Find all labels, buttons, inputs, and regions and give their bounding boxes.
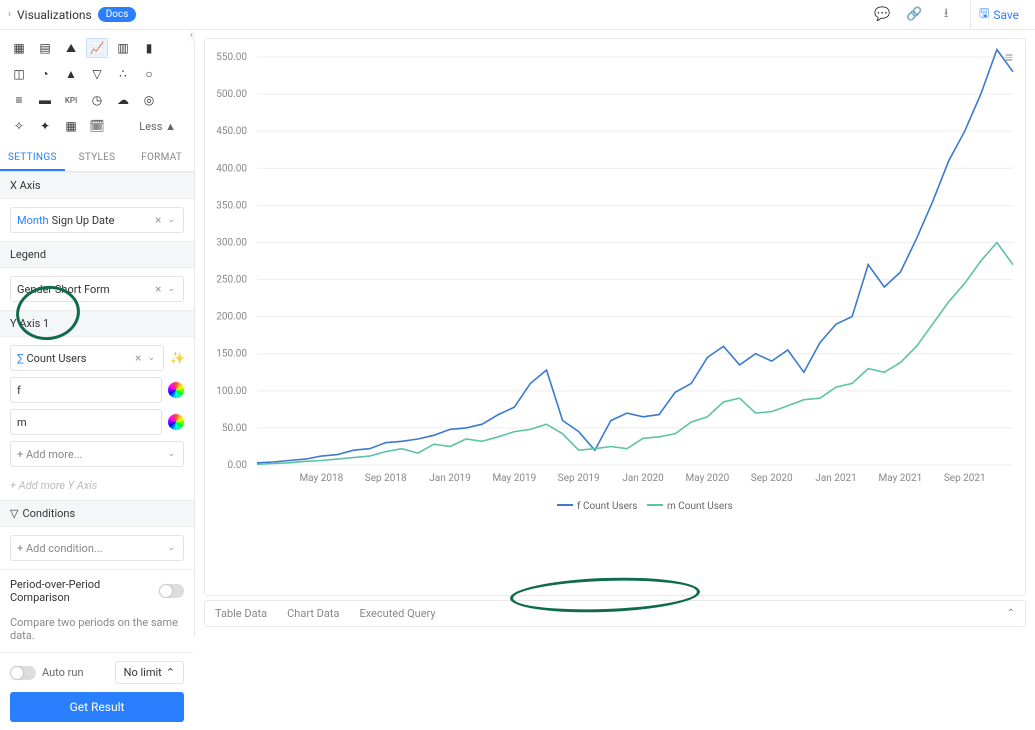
page-title: Visualizations	[17, 8, 92, 22]
pop-desc: Compare two periods on the same data.	[0, 612, 194, 652]
chevron-down-icon[interactable]: ⌄	[145, 353, 157, 363]
add-more-series[interactable]: + Add more... ⌄	[10, 441, 184, 467]
series-f-field[interactable]: f	[10, 377, 162, 403]
download-icon[interactable]: ⭳	[934, 3, 958, 27]
svg-text:Jan 2020: Jan 2020	[622, 473, 664, 484]
svg-text:50.00: 50.00	[222, 423, 247, 434]
tab-format[interactable]: FORMAT	[129, 146, 194, 171]
viz-pivot-icon[interactable]: ▤	[34, 38, 56, 58]
viz-target-icon[interactable]: ◎	[138, 90, 160, 110]
chevron-right-icon[interactable]: ›	[8, 9, 11, 20]
yaxis-header: Y Axis 1	[0, 310, 194, 337]
viz-gauge-icon[interactable]: ◷	[86, 90, 108, 110]
svg-text:550.00: 550.00	[216, 52, 247, 63]
svg-text:300.00: 300.00	[216, 237, 247, 248]
viz-kpi-icon[interactable]: KPI	[60, 90, 82, 110]
svg-text:May 2020: May 2020	[685, 473, 729, 484]
viz-bar-icon[interactable]: ▥	[112, 38, 134, 58]
svg-text:400.00: 400.00	[216, 163, 247, 174]
collapse-sidebar-icon[interactable]: ‹	[188, 30, 195, 41]
less-toggle[interactable]: Less ▲	[112, 116, 186, 136]
viz-calendar-icon[interactable]: 🗓	[86, 116, 108, 136]
color-picker-m[interactable]	[168, 414, 184, 430]
yaxis-metric-field[interactable]: ∑ Count Users × ⌄	[10, 345, 164, 371]
remove-icon[interactable]: ×	[151, 282, 165, 296]
svg-text:m Count Users: m Count Users	[667, 501, 733, 512]
tab-executed-query[interactable]: Executed Query	[359, 607, 435, 620]
conditions-header: ▽Conditions	[0, 500, 194, 527]
chevron-down-icon[interactable]: ⌄	[165, 449, 177, 459]
viz-funnel-icon[interactable]: ▽	[86, 64, 108, 84]
viz-scatter-icon[interactable]: ∴	[112, 64, 134, 84]
svg-text:450.00: 450.00	[216, 126, 247, 137]
limit-dropdown[interactable]: No limit ⌃	[115, 661, 184, 684]
chart-container: ≡ 0.0050.00100.00150.00200.00250.00300.0…	[204, 38, 1026, 596]
svg-text:350.00: 350.00	[216, 200, 247, 211]
tab-styles[interactable]: STYLES	[65, 146, 130, 171]
remove-icon[interactable]: ×	[151, 213, 165, 227]
viz-sankey-icon[interactable]: ✧	[8, 116, 30, 136]
link-icon[interactable]: 🔗	[902, 3, 926, 27]
svg-text:May 2021: May 2021	[879, 473, 923, 484]
svg-text:500.00: 500.00	[216, 89, 247, 100]
svg-text:Sep 2021: Sep 2021	[944, 473, 986, 484]
svg-text:Jan 2021: Jan 2021	[815, 473, 856, 484]
chevron-down-icon[interactable]: ⌄	[165, 284, 177, 294]
sidebar-tabs: SETTINGS STYLES FORMAT	[0, 146, 194, 172]
viz-line-icon[interactable]: 📈	[86, 38, 108, 58]
chart-type-grid: ▦ ▤ ⛰ 📈 ▥ ▮ ◫ ◔ ▲ ▽ ∴ ○ ≡ ▬ KPI ◷ ☁ ◎ ✧ …	[0, 30, 194, 140]
viz-heatmap-icon[interactable]: ▦	[60, 116, 82, 136]
chevron-down-icon[interactable]: ⌄	[165, 543, 177, 553]
legend-header: Legend	[0, 241, 194, 268]
viz-hbar-icon[interactable]: ≡	[8, 90, 30, 110]
save-button[interactable]: 🖫 Save	[970, 0, 1027, 29]
pop-toggle[interactable]	[159, 584, 184, 598]
pop-header: Period-over-Period Comparison	[10, 578, 159, 604]
viz-table-icon[interactable]: ▦	[8, 38, 30, 58]
svg-text:100.00: 100.00	[216, 386, 247, 397]
comment-icon[interactable]: 💬	[870, 3, 894, 27]
viz-column-icon[interactable]: ▮	[138, 38, 160, 58]
xaxis-field[interactable]: Month Sign Up Date × ⌄	[10, 207, 184, 233]
svg-text:f Count Users: f Count Users	[577, 500, 637, 512]
svg-text:Jan 2019: Jan 2019	[429, 473, 470, 484]
viz-stack-icon[interactable]: ▬	[34, 90, 56, 110]
chevron-down-icon[interactable]: ⌄	[165, 215, 177, 225]
svg-text:0.00: 0.00	[228, 460, 248, 471]
svg-text:Sep 2019: Sep 2019	[558, 473, 600, 484]
tab-table-data[interactable]: Table Data	[215, 607, 267, 620]
svg-text:May 2018: May 2018	[299, 473, 343, 484]
svg-text:150.00: 150.00	[216, 349, 247, 360]
tab-chart-data[interactable]: Chart Data	[287, 607, 339, 620]
line-chart: 0.0050.00100.00150.00200.00250.00300.003…	[257, 51, 1017, 521]
color-picker-f[interactable]	[168, 382, 184, 398]
expand-data-icon[interactable]: ⌃	[1007, 608, 1015, 619]
add-condition[interactable]: + Add condition... ⌄	[10, 535, 184, 561]
svg-text:250.00: 250.00	[216, 275, 247, 286]
save-icon: 🖫	[979, 4, 989, 25]
magic-wand-icon[interactable]: ✨	[170, 351, 184, 365]
viz-bubble-icon[interactable]: ○	[138, 64, 160, 84]
legend-field[interactable]: Gender Short Form × ⌄	[10, 276, 184, 302]
tab-settings[interactable]: SETTINGS	[0, 146, 65, 171]
remove-icon[interactable]: ×	[131, 351, 145, 365]
svg-text:May 2019: May 2019	[492, 473, 536, 484]
autorun-toggle[interactable]	[10, 666, 36, 680]
series-m-field[interactable]: m	[10, 409, 162, 435]
viz-pyramid-icon[interactable]: ▲	[60, 64, 82, 84]
viz-pie-icon[interactable]: ◔	[34, 64, 56, 84]
filter-icon: ▽	[10, 507, 18, 520]
viz-combo-icon[interactable]: ◫	[8, 64, 30, 84]
chevron-up-icon: ⌃	[166, 666, 175, 679]
add-y-axis[interactable]: + Add more Y Axis	[0, 475, 194, 500]
viz-cloud-icon[interactable]: ☁	[112, 90, 134, 110]
svg-text:Sep 2018: Sep 2018	[365, 473, 407, 484]
svg-text:Sep 2020: Sep 2020	[751, 473, 793, 484]
svg-text:200.00: 200.00	[216, 312, 247, 323]
get-result-button[interactable]: Get Result	[10, 692, 184, 722]
docs-badge[interactable]: Docs	[98, 7, 137, 22]
viz-area-icon[interactable]: ⛰	[60, 38, 82, 58]
viz-radar-icon[interactable]: ✦	[34, 116, 56, 136]
xaxis-header: X Axis	[0, 172, 194, 199]
